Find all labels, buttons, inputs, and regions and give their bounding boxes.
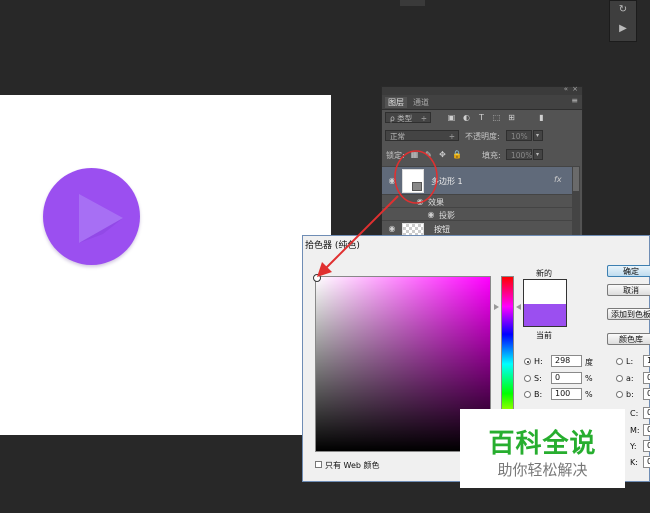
watermark-logo: 百科全说 助你轻松解决 [460,409,625,488]
watermark-subtitle: 助你轻松解决 [497,461,588,479]
watermark-title: 百科全说 [488,429,597,459]
